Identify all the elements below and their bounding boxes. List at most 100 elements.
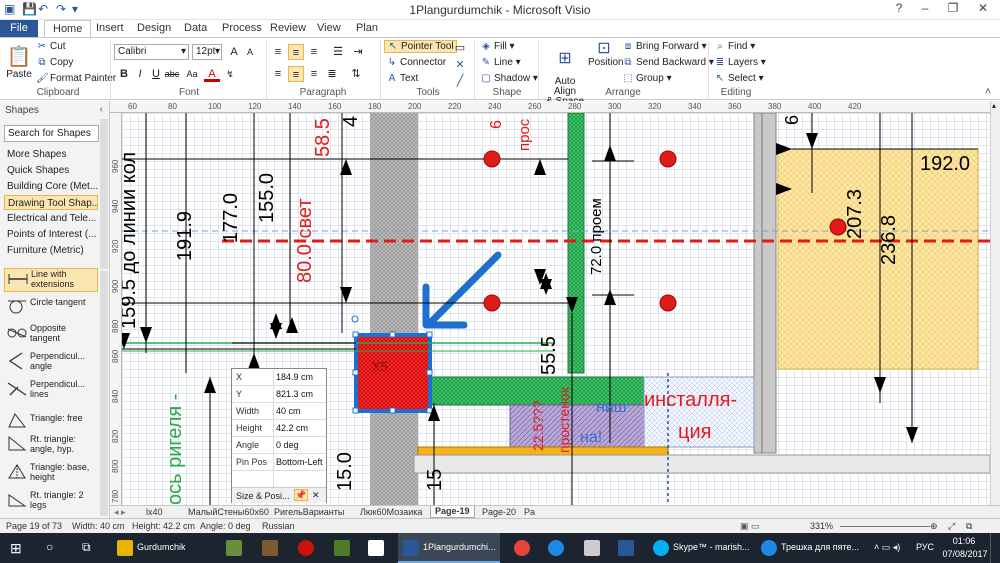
fill-button[interactable]: ◈ Fill ▾ xyxy=(480,41,514,52)
tab-data[interactable]: Data xyxy=(184,22,207,34)
tab-review[interactable]: Review xyxy=(270,22,306,34)
select-button[interactable]: ↖ Select ▾ xyxy=(714,73,764,84)
dim-label[interactable]: 6 xyxy=(488,120,506,129)
right-wall[interactable] xyxy=(753,113,777,454)
bring-forward-button[interactable]: ⧈ Bring Forward ▾ xyxy=(622,41,707,52)
note-label[interactable]: ниш xyxy=(596,399,627,417)
width-value[interactable]: 40 cm xyxy=(276,406,301,416)
clear-format-icon[interactable]: ↯ xyxy=(222,66,238,82)
rotation-handle[interactable] xyxy=(351,315,359,323)
font-family-select[interactable]: Calibri ▾ xyxy=(114,44,189,60)
align-right-icon[interactable]: ≡ xyxy=(306,66,322,82)
shape-rt-triangle-angle-hyp[interactable]: Rt. triangle: angle, hyp. xyxy=(4,434,98,458)
page-tab[interactable]: Page-20 xyxy=(482,507,516,517)
stencil-list-scrollbar[interactable] xyxy=(100,119,108,269)
tab-view[interactable]: View xyxy=(317,22,341,34)
collapse-ribbon-icon[interactable]: ˄ xyxy=(980,84,996,100)
search-icon[interactable]: ○ xyxy=(46,540,62,556)
fit-page-icon[interactable]: ▣ ▭ xyxy=(740,521,760,532)
floor-slab[interactable] xyxy=(413,454,990,474)
store-icon[interactable] xyxy=(368,540,384,556)
shape-line-with-extensions[interactable]: Line with extensions xyxy=(4,268,98,292)
status-page[interactable]: Page 19 of 73 xyxy=(6,521,62,531)
tab-file[interactable]: File xyxy=(0,20,38,37)
position-button[interactable]: ⊡ Position xyxy=(588,41,624,69)
line-button[interactable]: ✎ Line ▾ xyxy=(480,57,521,68)
minimize-button[interactable]: – xyxy=(912,1,938,19)
green-pipe-vertical[interactable] xyxy=(567,113,585,374)
dim-label[interactable]: прос xyxy=(516,119,533,151)
tab-process[interactable]: Process xyxy=(222,22,262,34)
italic-icon[interactable]: I xyxy=(132,66,148,82)
shape-triangle-base-height[interactable]: Triangle: base, height xyxy=(4,462,98,486)
dim-label[interactable]: 159.5 до линии кол xyxy=(122,152,141,329)
note-label[interactable]: 22.5??? xyxy=(530,400,546,451)
restore-button[interactable]: ❐ xyxy=(940,1,966,19)
dim-label[interactable]: 236.8 xyxy=(878,215,901,265)
dim-label[interactable]: 192.0 xyxy=(920,153,970,176)
clock-time[interactable]: 01:06 xyxy=(944,536,984,546)
copy-button[interactable]: ⧉ Copy xyxy=(36,57,73,68)
dim-label[interactable]: 4 xyxy=(340,116,363,127)
word-icon[interactable] xyxy=(618,540,634,556)
note-label[interactable]: простенок xyxy=(556,387,572,453)
help-button[interactable]: ? xyxy=(886,1,912,19)
dim-label[interactable]: 15.0 xyxy=(334,452,357,491)
edge-icon[interactable] xyxy=(548,540,564,556)
send-backward-button[interactable]: ⧉ Send Backward ▾ xyxy=(622,57,713,68)
stencil-electrical[interactable]: Electrical and Tele... xyxy=(4,211,98,226)
pin-icon[interactable]: 📌 xyxy=(294,489,308,501)
dim-label[interactable]: 155.0 xyxy=(256,173,279,223)
stencil-more-shapes[interactable]: More Shapes xyxy=(4,147,98,162)
close-button[interactable]: ✕ xyxy=(970,1,996,19)
shadow-button[interactable]: ▢ Shadow ▾ xyxy=(480,73,538,84)
dim-label[interactable]: 191.9 xyxy=(174,211,197,261)
dim-label[interactable]: 6 xyxy=(782,115,803,125)
text-direction-icon[interactable]: ⇅ xyxy=(348,66,364,82)
stencil-points-of-interest[interactable]: Points of Interest (... xyxy=(4,227,98,242)
shape-triangle-free[interactable]: Triangle: free xyxy=(4,411,98,428)
align-middle-icon[interactable]: ≡ xyxy=(288,44,304,60)
dim-label[interactable]: 80.0 свет xyxy=(294,198,317,283)
align-top-icon[interactable]: ≡ xyxy=(270,44,286,60)
taskbar-item-visio[interactable]: 1Plangurdumchi... xyxy=(398,533,500,563)
fit-window-icon[interactable]: ⤢ xyxy=(948,521,955,532)
zoom-in-icon[interactable]: ⊕ xyxy=(930,521,938,532)
page-tab[interactable]: lx40 xyxy=(146,507,163,517)
column-marker[interactable] xyxy=(659,150,677,168)
shape-text[interactable]: X5 xyxy=(372,359,388,374)
stencil-building-core[interactable]: Building Core (Met... xyxy=(4,179,98,194)
x-value[interactable]: 184.9 cm xyxy=(276,372,313,382)
installation-label[interactable]: инсталля- xyxy=(644,389,737,412)
canvas-scrollbar[interactable]: ▴ xyxy=(990,101,1000,505)
installation-label[interactable]: ция xyxy=(678,421,711,444)
scroll-up-icon[interactable]: ▴ xyxy=(992,101,996,110)
layers-button[interactable]: ≣ Layers ▾ xyxy=(714,57,766,68)
app-icon[interactable] xyxy=(262,540,278,556)
bold-icon[interactable]: B xyxy=(116,66,132,82)
align-bottom-icon[interactable]: ≡ xyxy=(306,44,322,60)
explorer-icon[interactable] xyxy=(584,540,600,556)
column-marker[interactable] xyxy=(483,150,501,168)
show-desktop-button[interactable] xyxy=(990,533,996,563)
status-zoom[interactable]: 331% xyxy=(810,521,833,531)
note-label[interactable]: на! xyxy=(580,429,602,447)
column-marker[interactable] xyxy=(483,294,501,312)
dim-label[interactable]: 177.0 xyxy=(220,193,243,243)
dim-label[interactable]: 207.3 xyxy=(844,189,867,239)
shape-circle-tangent[interactable]: Circle tangent xyxy=(4,297,98,319)
stencil-quick-shapes[interactable]: Quick Shapes xyxy=(4,163,98,178)
dim-label[interactable]: 55.5 xyxy=(538,336,561,375)
shape-perpendicular-lines[interactable]: Perpendicul... lines xyxy=(4,379,98,403)
collapse-panel-icon[interactable]: ‹ xyxy=(100,104,103,115)
selected-red-shape[interactable] xyxy=(354,333,432,413)
stencil-drawing-tool-shapes[interactable]: Drawing Tool Shap... xyxy=(4,195,98,210)
chrome-icon[interactable] xyxy=(514,540,530,556)
column-marker[interactable] xyxy=(659,294,677,312)
tab-insert[interactable]: Insert xyxy=(96,22,124,34)
taskbar-item-ie[interactable]: Трешка для пяте... xyxy=(756,533,870,563)
shape-rt-triangle-2-legs[interactable]: Rt. triangle: 2 legs xyxy=(4,490,98,514)
tab-home[interactable]: Home xyxy=(44,20,92,38)
group-button[interactable]: ⬚ Group ▾ xyxy=(622,73,671,84)
find-button[interactable]: ⌕ Find ▾ xyxy=(714,41,755,52)
